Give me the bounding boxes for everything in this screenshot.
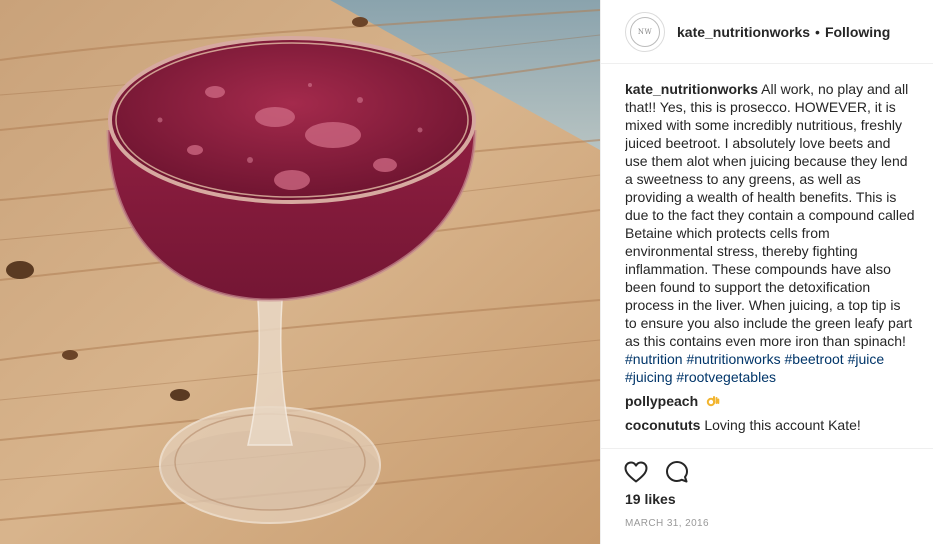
post-details-panel: NW kate_nutritionworks • Following kate_… [600,0,933,544]
caption-hashtags[interactable]: #nutrition #nutritionworks #beetroot #ju… [625,351,884,385]
comments-list[interactable]: kate_nutritionworks All work, no play an… [625,80,915,448]
heart-icon[interactable] [623,459,649,485]
comment-icon[interactable] [664,459,690,485]
comment-username[interactable]: coconututs [625,417,700,433]
cocktail-photo-image [0,0,600,544]
header-username[interactable]: kate_nutritionworks [677,24,810,40]
caption-text: All work, no play and all that!! Yes, th… [625,81,915,349]
comment-text: Loving this account Kate! [704,417,861,433]
post-header: NW kate_nutritionworks • Following [601,0,933,64]
list-item: coconututs Loving this account Kate! [625,416,915,434]
list-item: pollypeach [625,392,915,410]
comment-username[interactable]: pollypeach [625,393,698,409]
header-separator: • [815,23,820,40]
avatar-logo: NW [630,16,660,47]
avatar-text: NW [637,27,653,36]
caption-username[interactable]: kate_nutritionworks [625,81,758,97]
post-date[interactable]: MARCH 31, 2016 [625,518,709,529]
avatar[interactable]: NW [625,11,665,52]
ok-hand-emoji-icon [706,396,720,407]
post-photo[interactable] [0,0,600,544]
post-caption: kate_nutritionworks All work, no play an… [625,80,915,386]
post-actions: 19 likes MARCH 31, 2016 [601,448,933,544]
following-button[interactable]: Following [825,24,890,40]
likes-count[interactable]: 19 likes [625,491,676,507]
